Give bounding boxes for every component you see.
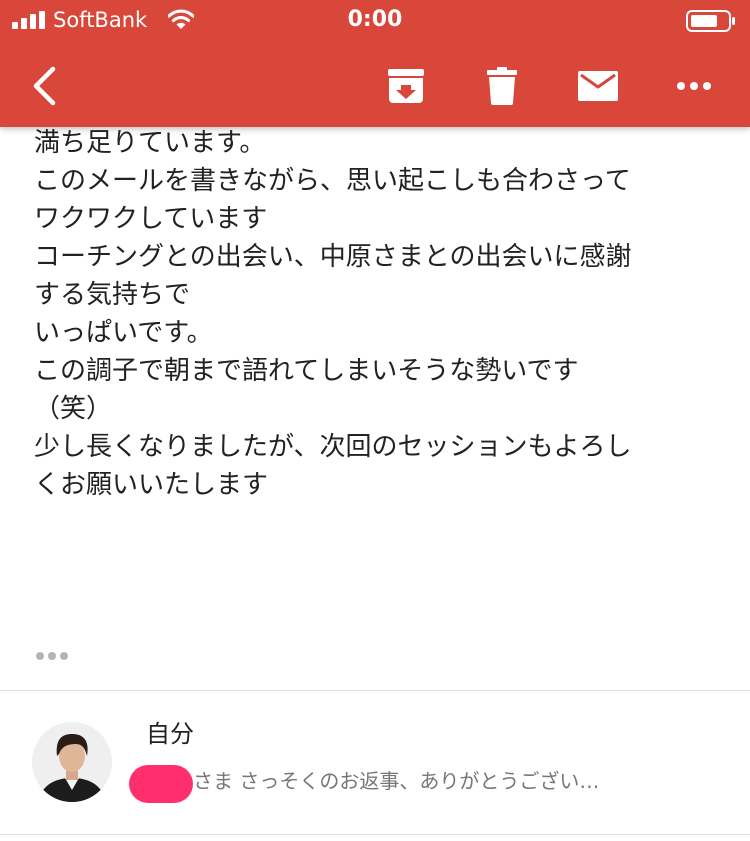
message-snippet[interactable]: さま さっそくのお返事、ありがとうござい… (193, 766, 599, 796)
chevron-left-icon (33, 66, 56, 105)
body-line: いっぱいです。 (34, 318, 213, 348)
body-line: （笑） (34, 394, 113, 424)
body-line: する気持ちで (34, 280, 191, 310)
redaction-mark (129, 765, 193, 803)
delete-button[interactable] (478, 44, 526, 127)
body-line: 少し長くなりましたが、次回のセッションもよろし (34, 432, 632, 462)
trash-icon (487, 66, 517, 105)
battery-icon (686, 10, 735, 32)
ellipsis-icon (36, 652, 68, 660)
body-line: ワクワクしています (34, 204, 268, 234)
show-trimmed-content-button[interactable] (34, 648, 74, 664)
sender-name: 自分 (146, 720, 194, 748)
person-photo-icon (32, 722, 112, 802)
avatar[interactable] (32, 722, 112, 802)
mark-unread-button[interactable] (572, 44, 624, 127)
message-toolbar (0, 44, 750, 127)
divider (0, 834, 750, 835)
divider (0, 690, 750, 691)
more-options-button[interactable] (668, 44, 720, 127)
archive-button[interactable] (380, 44, 432, 127)
mail-icon (578, 70, 618, 101)
message-body: 満ち足りています。 このメールを書きながら、思い起こしも合わさって ワクワクして… (34, 124, 724, 504)
body-line: くお願いいたします (34, 470, 269, 500)
body-line: コーチングとの出会い、中原さまとの出会いに感謝 (34, 242, 632, 272)
archive-icon (388, 68, 424, 103)
more-horizontal-icon (677, 81, 711, 90)
body-line: 満ち足りています。 (34, 128, 266, 158)
clock: 0:00 (347, 7, 403, 32)
status-bar: SoftBank 0:00 (0, 0, 750, 44)
back-button[interactable] (20, 44, 68, 127)
app-bar: SoftBank 0:00 (0, 0, 750, 127)
body-line: この調子で朝まで語れてしまいそうな勢いです (34, 356, 579, 386)
body-line: このメールを書きながら、思い起こしも合わさって (34, 166, 631, 196)
